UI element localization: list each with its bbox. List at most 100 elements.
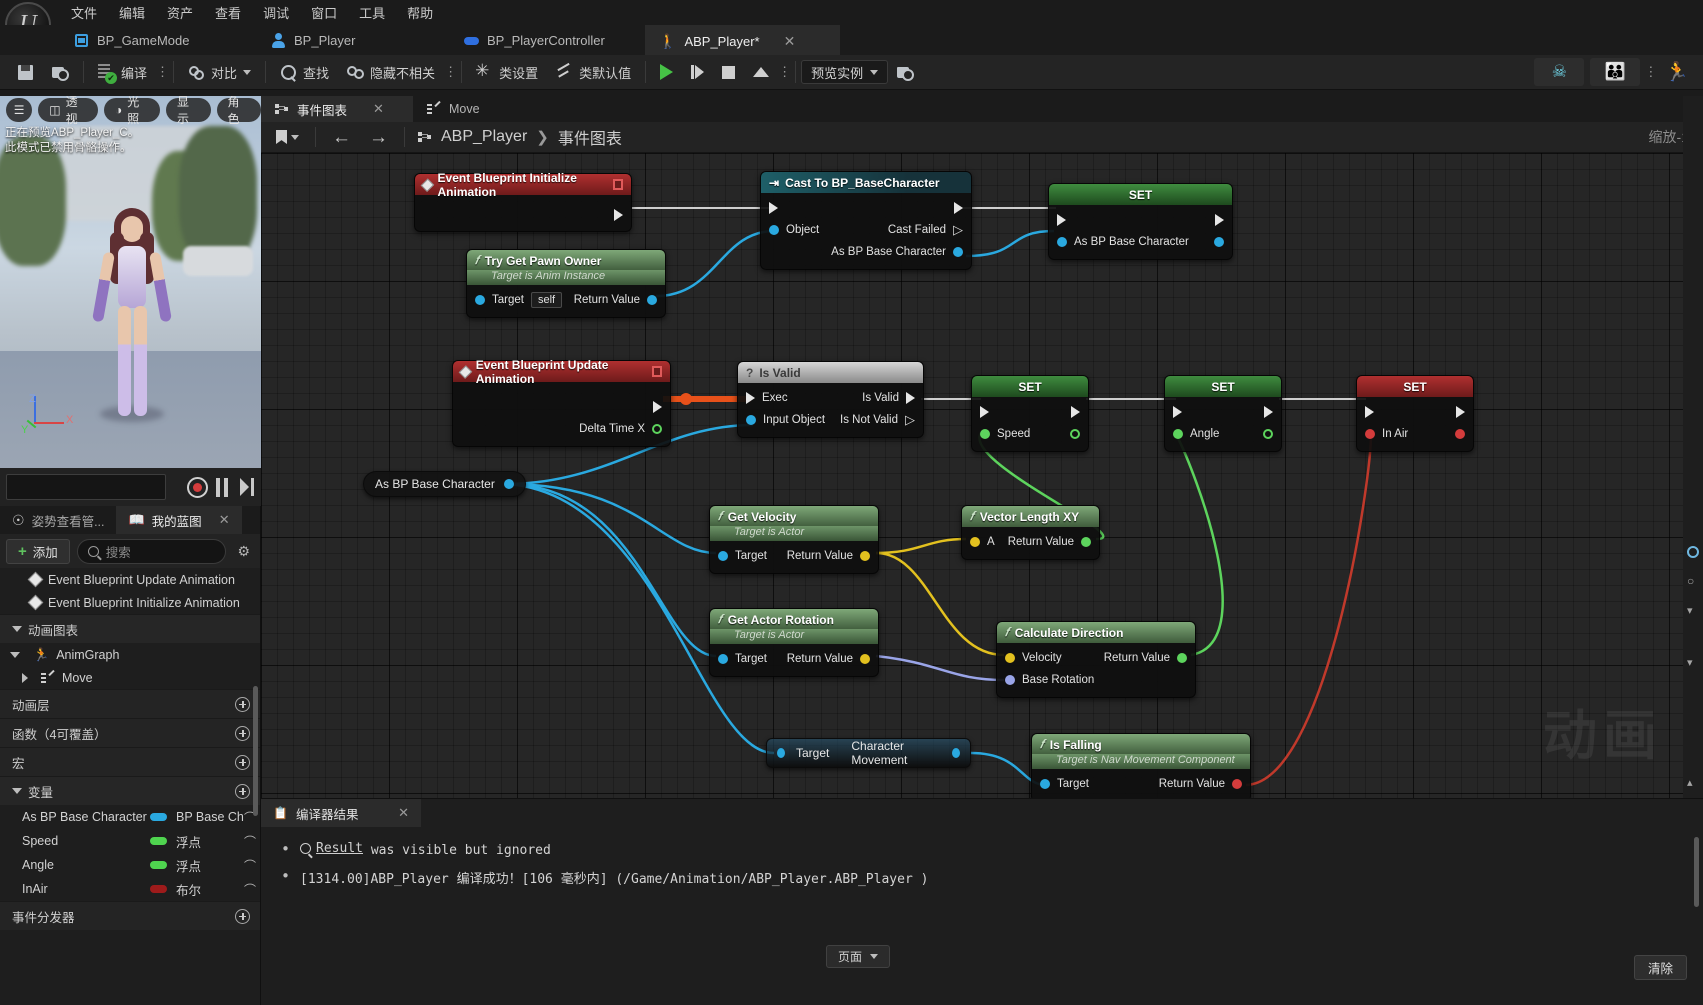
scrollbar[interactable] xyxy=(253,686,258,816)
input-pin[interactable] xyxy=(1057,237,1067,247)
compiler-results-body[interactable]: • Result was visible but ignored • [1314… xyxy=(261,827,1703,1005)
variable-row-asbpbasecharacter[interactable]: As BP Base Character BP Base Ch ⌒ xyxy=(0,805,260,829)
output-pin[interactable] xyxy=(1263,429,1273,439)
node-variable-as-bp-base-character[interactable]: As BP Base Character xyxy=(363,471,526,497)
output-pin[interactable] xyxy=(953,247,963,257)
tab-my-blueprint[interactable]: 📖 我的蓝图 ✕ xyxy=(116,506,242,534)
close-icon[interactable]: ✕ xyxy=(398,805,409,821)
tab-bp-player[interactable]: BP_Player xyxy=(257,25,369,55)
output-pin[interactable] xyxy=(1455,429,1465,439)
eject-button[interactable] xyxy=(744,55,778,90)
menu-window[interactable]: 窗口 xyxy=(300,0,348,25)
chevron-up-icon[interactable]: ▴ xyxy=(1687,776,1699,789)
result-link[interactable]: Result xyxy=(300,841,363,856)
skeleton-toggle-button[interactable]: ☠ xyxy=(1534,58,1585,86)
node-cast-to-bp-basecharacter[interactable]: ⇥ Cast To BP_BaseCharacter Object Cast F… xyxy=(760,171,972,270)
node-set-as-bp-base-character[interactable]: SET As BP Base Character xyxy=(1048,183,1233,260)
visibility-icon[interactable]: ⌒ xyxy=(244,833,256,850)
preview-viewport[interactable]: ☰ ◫ 透视 ◑ 光照 显示 角色 正在预览ABP_Player_C。 此模式已… xyxy=(0,96,261,476)
menu-assets[interactable]: 资产 xyxy=(156,0,204,25)
output-pin[interactable] xyxy=(1070,429,1080,439)
exec-out-pin[interactable] xyxy=(1264,406,1273,418)
list-item-event-update[interactable]: Event Blueprint Update Animation xyxy=(0,568,260,591)
node-set-angle[interactable]: SET Angle xyxy=(1164,375,1282,452)
node-set-in-air[interactable]: SET In Air xyxy=(1356,375,1474,452)
exec-out-pin[interactable] xyxy=(1456,406,1465,418)
output-pin[interactable] xyxy=(952,748,960,758)
bookmark-button[interactable] xyxy=(269,125,306,149)
exec-in-pin[interactable] xyxy=(980,406,989,418)
node-event-blueprint-initialize-animation[interactable]: Event Blueprint Initialize Animation xyxy=(414,171,632,232)
forward-button[interactable]: → xyxy=(362,125,395,149)
chevron-down-icon[interactable]: ▾ xyxy=(1687,656,1699,669)
compile-options-icon[interactable]: ⋮ xyxy=(156,64,169,80)
my-blueprint-tree[interactable]: Event Blueprint Update Animation Event B… xyxy=(0,568,260,1005)
output-pin[interactable] xyxy=(860,654,870,664)
output-pin[interactable] xyxy=(1214,237,1224,247)
input-pin[interactable] xyxy=(1173,429,1183,439)
record-icon[interactable] xyxy=(187,477,208,498)
node-is-valid[interactable]: ? Is Valid Exec Is Valid Input Object Is… xyxy=(737,361,924,438)
exec-in-pin[interactable] xyxy=(1365,406,1374,418)
output-pin[interactable] xyxy=(647,295,657,305)
tab-abp-player[interactable]: 🚶 ABP_Player* ✕ xyxy=(645,25,840,55)
stop-button[interactable] xyxy=(713,55,744,90)
output-pin[interactable] xyxy=(860,551,870,561)
tab-move[interactable]: Move xyxy=(413,96,494,122)
node-get-velocity[interactable]: 𝑓 Get Velocity Target is Actor Target Re… xyxy=(709,505,879,574)
exec-out-pin[interactable] xyxy=(614,209,623,221)
menu-view[interactable]: 查看 xyxy=(204,0,252,25)
output-pin[interactable] xyxy=(503,479,514,489)
menu-file[interactable]: 文件 xyxy=(60,0,108,25)
input-pin[interactable] xyxy=(777,748,785,758)
tab-bp-gamemode[interactable]: BP_GameMode xyxy=(60,25,204,55)
input-pin[interactable] xyxy=(746,415,756,425)
record-circle-icon[interactable] xyxy=(1687,546,1699,558)
blueprint-graph-canvas[interactable]: 动画 Event Blueprint Initialize Animation … xyxy=(261,153,1703,798)
add-icon[interactable] xyxy=(235,908,250,924)
step-forward-icon[interactable] xyxy=(240,478,254,496)
exec-out-pin[interactable] xyxy=(1215,214,1224,226)
viewport-character-button[interactable]: 角色 xyxy=(216,96,261,126)
hide-options-icon[interactable]: ⋮ xyxy=(444,64,457,80)
hide-unrelated-button[interactable]: 隐藏不相关 xyxy=(338,55,444,90)
node-try-get-pawn-owner[interactable]: 𝑓 Try Get Pawn Owner Target is Anim Inst… xyxy=(466,249,666,318)
node-get-actor-rotation[interactable]: 𝑓 Get Actor Rotation Target is Actor Tar… xyxy=(709,608,879,677)
section-functions[interactable]: 函数（4可覆盖） xyxy=(0,718,260,747)
preview-instance-dropdown[interactable]: 预览实例 xyxy=(801,60,889,84)
viewport-show-button[interactable]: 显示 xyxy=(166,96,211,126)
exec-out-pin[interactable] xyxy=(906,392,915,404)
input-pin[interactable] xyxy=(718,551,728,561)
exec-in-pin[interactable] xyxy=(746,392,755,404)
class-defaults-button[interactable]: 类默认值 xyxy=(547,55,640,90)
ellipsis-icon[interactable]: ○ xyxy=(1687,574,1699,588)
section-anim-graphs[interactable]: 动画图表 xyxy=(0,614,260,643)
step-button[interactable] xyxy=(682,55,713,90)
input-pin[interactable] xyxy=(980,429,990,439)
compile-button[interactable]: 编译 xyxy=(89,55,156,90)
node-calculate-direction[interactable]: 𝑓 Calculate Direction Velocity Return Va… xyxy=(996,621,1196,698)
close-icon[interactable]: ✕ xyxy=(219,512,230,528)
input-pin[interactable] xyxy=(1365,429,1375,439)
page-dropdown[interactable]: 页面 xyxy=(826,945,891,968)
viewport-perspective-button[interactable]: ◫ 透视 xyxy=(38,96,99,126)
add-icon[interactable] xyxy=(235,696,250,712)
tab-pose-watch[interactable]: ☉ 姿势查看管... xyxy=(0,506,116,534)
input-pin[interactable] xyxy=(475,295,485,305)
physics-toggle-button[interactable]: 👪 xyxy=(1590,58,1641,86)
play-options-icon[interactable]: ⋮ xyxy=(778,64,791,80)
add-icon[interactable] xyxy=(235,725,250,741)
run-button[interactable]: 🏃 xyxy=(1656,55,1703,90)
more-options-icon[interactable]: ⋮ xyxy=(1644,64,1657,80)
self-value[interactable]: self xyxy=(530,292,563,308)
menu-edit[interactable]: 编辑 xyxy=(108,0,156,25)
exec-out-pin[interactable] xyxy=(1071,406,1080,418)
input-pin[interactable] xyxy=(718,654,728,664)
browse-button[interactable] xyxy=(43,55,78,90)
menu-help[interactable]: 帮助 xyxy=(396,0,444,25)
input-pin[interactable] xyxy=(769,225,779,235)
output-pin[interactable] xyxy=(1232,779,1242,789)
list-item-event-initialize[interactable]: Event Blueprint Initialize Animation xyxy=(0,591,260,614)
chevron-down-icon[interactable]: ▾ xyxy=(1687,604,1699,617)
close-icon[interactable]: ✕ xyxy=(373,101,384,117)
